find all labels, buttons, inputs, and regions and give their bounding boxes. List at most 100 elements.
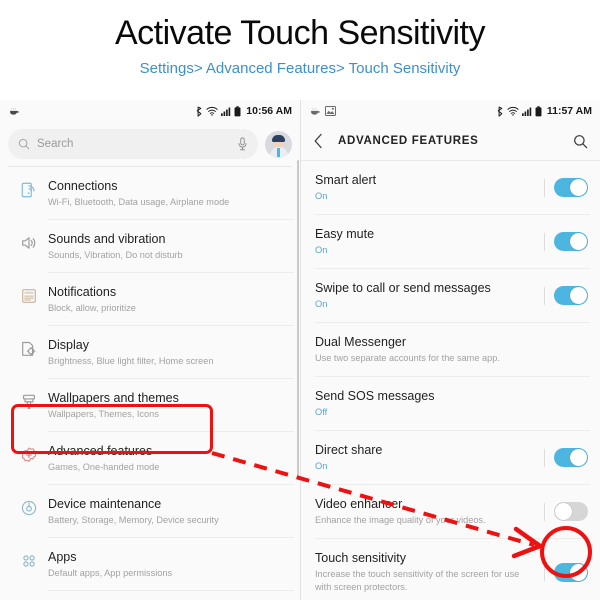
toggle-knob <box>555 503 572 520</box>
feature-title: Smart alert <box>315 173 377 187</box>
right-phone-screenshot: 11:57 AM ADVANCED FEATURES Smart alert On… <box>300 100 600 600</box>
feature-row-video-enhancer[interactable]: Video enhancer Enhance the image quality … <box>301 485 600 538</box>
sound-icon <box>10 231 48 252</box>
settings-item-sounds-and-vibration[interactable]: Sounds and vibration Sounds, Vibration, D… <box>0 220 300 272</box>
search-placeholder: Search <box>37 138 74 150</box>
toggle-switch[interactable] <box>554 232 588 251</box>
search-icon <box>18 138 30 150</box>
feature-row-swipe-to-call-or-send-messages[interactable]: Swipe to call or send messages On <box>301 269 600 322</box>
search-row: Search <box>0 122 300 166</box>
search-input[interactable]: Search <box>8 129 258 159</box>
feature-state: Off <box>315 407 328 417</box>
settings-item-subtitle: Battery, Storage, Memory, Device securit… <box>48 515 219 525</box>
settings-item-title: Device maintenance <box>48 497 162 511</box>
left-status-bar: 10:56 AM <box>0 100 300 122</box>
settings-item-connections[interactable]: Connections Wi-Fi, Bluetooth, Data usage,… <box>0 167 300 219</box>
breadcrumb: Settings> Advanced Features> Touch Sensi… <box>139 60 461 77</box>
feature-title: Swipe to call or send messages <box>315 281 491 295</box>
settings-item-subtitle: Default apps, App permissions <box>48 568 173 578</box>
toggle-knob <box>570 287 587 304</box>
toggle-switch[interactable] <box>554 178 588 197</box>
feature-state: On <box>315 245 328 255</box>
chevron-left-icon[interactable] <box>313 133 324 149</box>
feature-title: Dual Messenger <box>315 335 407 349</box>
settings-list: Connections Wi-Fi, Bluetooth, Data usage,… <box>0 167 300 600</box>
toggle-knob <box>570 179 587 196</box>
wifi-icon <box>206 106 218 116</box>
battery-icon <box>535 105 542 117</box>
settings-item-title: Notifications <box>48 285 117 299</box>
feature-row-send-sos-messages[interactable]: Send SOS messages Off <box>301 377 600 430</box>
microphone-icon[interactable] <box>237 137 248 151</box>
toggle-separator <box>544 286 545 305</box>
signal-icon <box>221 107 231 116</box>
settings-item-device-maintenance[interactable]: Device maintenance Battery, Storage, Memo… <box>0 485 300 537</box>
battery-icon <box>234 105 241 117</box>
settings-item-advanced-features[interactable]: Advanced features Games, One-handed mode <box>0 432 300 484</box>
settings-item-wallpapers-and-themes[interactable]: Wallpapers and themes Wallpapers, Themes,… <box>0 379 300 431</box>
feature-state: On <box>315 299 328 309</box>
notification-icon <box>8 106 19 117</box>
settings-item-title: Apps <box>48 550 77 564</box>
feature-description: Increase the touch sensitivity of the sc… <box>315 569 520 592</box>
device-maintenance-icon <box>10 496 48 517</box>
settings-item-title: Wallpapers and themes <box>48 391 179 405</box>
toggle-group <box>544 448 588 467</box>
app-bar: ADVANCED FEATURES <box>301 122 600 160</box>
image-icon <box>325 105 336 117</box>
toggle-group <box>544 232 588 251</box>
bluetooth-icon <box>195 105 203 117</box>
feature-row-direct-share[interactable]: Direct share On <box>301 431 600 484</box>
left-phone-screenshot: 10:56 AM Search Connections Wi-Fi, Bluet… <box>0 100 300 600</box>
avatar-hair <box>272 134 285 142</box>
app-bar-title: ADVANCED FEATURES <box>338 135 479 147</box>
settings-item-title: Sounds and vibration <box>48 232 166 246</box>
toggle-switch[interactable] <box>554 448 588 467</box>
settings-item-subtitle: Brightness, Blue light filter, Home scre… <box>48 356 214 366</box>
avatar[interactable] <box>265 130 292 158</box>
feature-state: On <box>315 461 328 471</box>
toggle-separator <box>544 232 545 251</box>
right-status-time: 11:57 AM <box>546 105 592 117</box>
toggle-group <box>544 286 588 305</box>
screenshot-root: Activate Touch Sensitivity Settings> Adv… <box>0 0 600 600</box>
toggle-group <box>544 178 588 197</box>
apps-icon <box>10 549 48 570</box>
settings-item-subtitle: Games, One-handed mode <box>48 462 160 472</box>
settings-item-apps[interactable]: Apps Default apps, App permissions <box>0 538 300 590</box>
feature-row-easy-mute[interactable]: Easy mute On <box>301 215 600 268</box>
advanced-features-icon <box>10 443 48 464</box>
connections-icon <box>10 178 48 199</box>
toggle-switch[interactable] <box>554 502 588 521</box>
avatar-tie <box>277 147 280 157</box>
settings-item-title: Advanced features <box>48 444 153 458</box>
toggle-group <box>544 562 588 582</box>
toggle-knob <box>570 449 587 466</box>
toggle-group <box>544 502 588 521</box>
feature-title: Direct share <box>315 443 383 457</box>
settings-item-display[interactable]: Display Brightness, Blue light filter, Ho… <box>0 326 300 378</box>
settings-item-notifications[interactable]: Notifications Block, allow, prioritize <box>0 273 300 325</box>
settings-item-subtitle: Wi-Fi, Bluetooth, Data usage, Airplane m… <box>48 197 230 207</box>
feature-row-touch-sensitivity[interactable]: Touch sensitivity Increase the touch sens… <box>301 539 600 600</box>
display-icon <box>10 337 48 358</box>
toggle-knob <box>570 233 587 250</box>
feature-title: Touch sensitivity <box>315 551 407 565</box>
left-scrollbar[interactable] <box>297 160 299 480</box>
notifications-icon <box>10 284 48 305</box>
wallpaper-brush-icon <box>10 390 48 411</box>
advanced-features-list: Smart alert On Easy mute On Swipe to call or… <box>301 161 600 600</box>
feature-title: Video enhancer <box>315 497 403 511</box>
feature-row-dual-messenger[interactable]: Dual Messenger Use two separate accounts … <box>301 323 600 376</box>
feature-row-smart-alert[interactable]: Smart alert On <box>301 161 600 214</box>
settings-item-lock-screen-and-security[interactable]: Lock screen and securityAlways On Displa… <box>0 591 300 600</box>
settings-item-title: Connections <box>48 179 118 193</box>
settings-item-subtitle: Sounds, Vibration, Do not disturb <box>48 250 183 260</box>
toggle-switch[interactable] <box>554 286 588 305</box>
toggle-separator <box>544 448 545 467</box>
feature-title: Send SOS messages <box>315 389 435 403</box>
search-icon[interactable] <box>573 134 588 149</box>
toggle-separator <box>544 563 545 581</box>
right-status-bar: 11:57 AM <box>301 100 600 122</box>
toggle-switch[interactable] <box>554 562 588 582</box>
